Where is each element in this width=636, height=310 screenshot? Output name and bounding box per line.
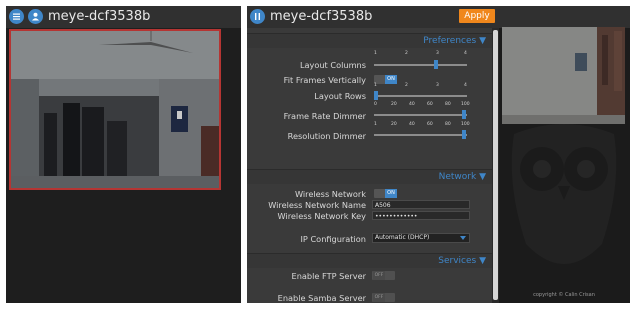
label-enable-samba-server: Enable Samba Server — [277, 293, 366, 303]
camera-title: meye-dcf3538b — [48, 9, 151, 24]
left-panel: meye-dcf3538b — [6, 6, 241, 303]
slider-layout-columns[interactable] — [374, 59, 467, 70]
chevron-down-icon — [460, 236, 466, 240]
toggle-enable-samba-server[interactable]: OFF — [372, 293, 395, 302]
ticks-layout-columns: 1 2 3 4 — [374, 51, 467, 56]
section-header-network[interactable]: Network ▼ — [247, 169, 492, 184]
pause-icon[interactable] — [250, 9, 265, 24]
section-title-services: Services ▼ — [438, 256, 486, 266]
label-resolution-dimmer: Resolution Dimmer — [287, 131, 366, 141]
section-header-preferences[interactable]: Preferences ▼ — [247, 33, 492, 48]
wireless-network-name-input[interactable]: A506 — [372, 200, 470, 209]
label-wireless-network-name: Wireless Network Name — [268, 200, 366, 210]
ip-configuration-value: Automatic (DHCP) — [375, 234, 430, 241]
wireless-network-key-input[interactable]: •••••••••••• — [372, 211, 470, 220]
chevron-down-icon: ▼ — [479, 256, 486, 266]
label-layout-rows: Layout Rows — [314, 91, 366, 101]
chevron-down-icon: ▼ — [479, 172, 486, 182]
copyright-text: copyright © Calin Crisan — [533, 292, 595, 298]
section-title-preferences: Preferences ▼ — [423, 36, 486, 46]
right-panel: meye-dcf3538b Apply Preferences ▼ Layout… — [247, 6, 630, 303]
section-header-services[interactable]: Services ▼ — [247, 253, 492, 268]
label-layout-columns: Layout Columns — [299, 60, 366, 70]
section-title-network: Network ▼ — [438, 172, 486, 182]
slider-resolution-dimmer[interactable] — [374, 129, 467, 140]
owl-logo-watermark — [511, 124, 617, 264]
settings-scrollbar[interactable] — [492, 28, 499, 303]
camera-preview-image — [502, 27, 625, 124]
camera-frame[interactable] — [9, 29, 221, 190]
settings-panel: Preferences ▼ Layout Columns 1 2 3 4 Fit… — [247, 28, 492, 303]
slider-handle[interactable] — [462, 130, 466, 139]
apply-button[interactable]: Apply — [459, 9, 495, 23]
label-frame-rate-dimmer: Frame Rate Dimmer — [283, 111, 366, 121]
toggle-enable-ftp-server[interactable]: OFF — [372, 271, 395, 280]
slider-frame-rate-dimmer[interactable] — [374, 109, 467, 120]
slider-layout-rows[interactable] — [374, 90, 467, 101]
left-top-bar: meye-dcf3538b — [6, 6, 241, 28]
label-wireless-network: Wireless Network — [294, 189, 366, 199]
slider-handle[interactable] — [462, 110, 466, 119]
ip-configuration-select[interactable]: Automatic (DHCP) — [372, 233, 470, 243]
scrollbar-thumb[interactable] — [493, 30, 498, 300]
right-top-bar: meye-dcf3538b Apply — [247, 6, 630, 28]
label-wireless-network-key: Wireless Network Key — [277, 211, 367, 221]
slider-handle[interactable] — [374, 91, 378, 100]
toggle-wireless-network[interactable]: ON — [374, 189, 397, 198]
hamburger-icon[interactable] — [9, 9, 24, 24]
settings-camera-title: meye-dcf3538b — [270, 9, 373, 24]
chevron-down-icon: ▼ — [479, 36, 486, 46]
camera-image — [11, 31, 219, 188]
label-fit-frames-vertically: Fit Frames Vertically — [283, 75, 366, 85]
slider-handle[interactable] — [434, 60, 438, 69]
camera-preview[interactable] — [502, 27, 625, 124]
label-ip-configuration: IP Configuration — [300, 234, 366, 244]
label-enable-ftp-server: Enable FTP Server — [291, 271, 366, 281]
user-icon[interactable] — [28, 9, 43, 24]
